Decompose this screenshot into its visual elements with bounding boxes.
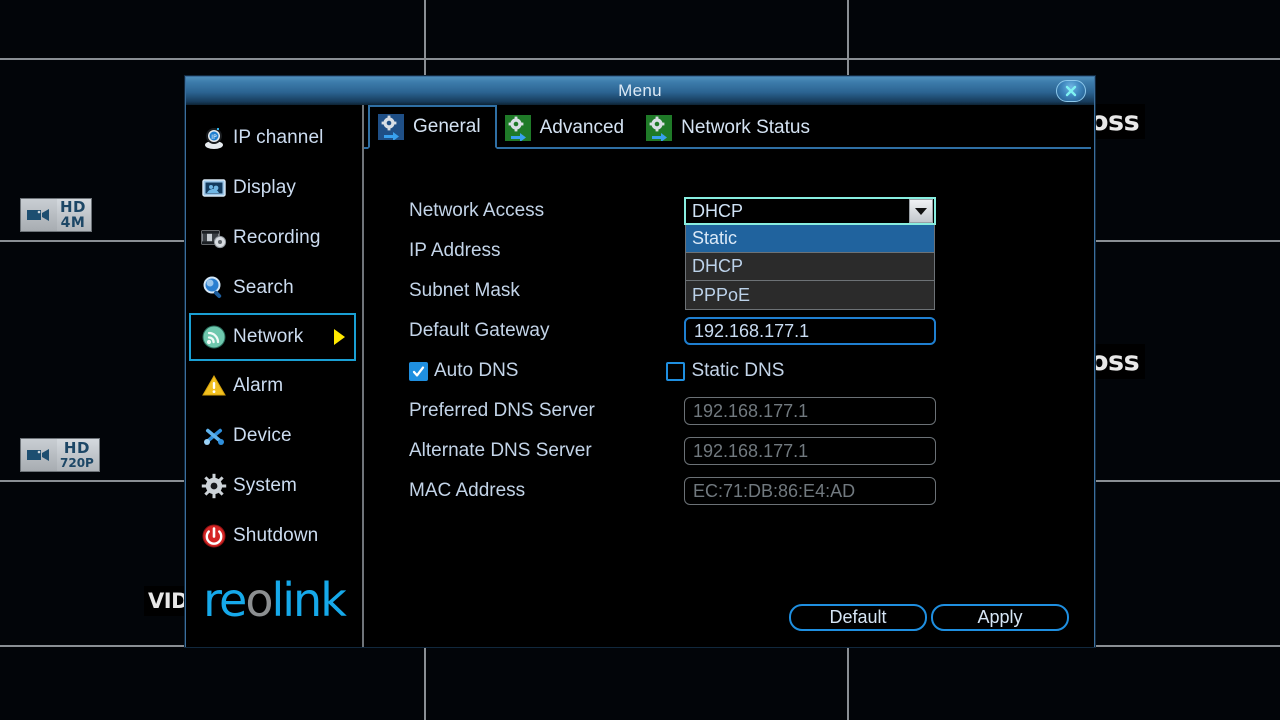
row-default-gateway: Default Gateway 192.168.177.1 [409, 311, 1094, 351]
gear-icon [199, 471, 229, 501]
page-title: Menu [618, 81, 662, 100]
sidebar-item-label: Shutdown [233, 525, 319, 546]
row-network-access: Network Access DHCP Static DHCP PPPoE [409, 191, 1094, 310]
dialog-body: IP IP channel Display Recording Search N… [186, 105, 1094, 647]
badge-line1: HD [60, 198, 87, 217]
sidebar-item-label: Alarm [233, 375, 284, 396]
auto-dns-label: Auto DNS [434, 360, 519, 381]
menu-dialog: Menu IP IP channel Display Recording Sea… [185, 76, 1095, 647]
apply-button[interactable]: Apply [931, 604, 1069, 631]
tab-label: General [413, 116, 481, 137]
dvr-screen: HD 4M HD 720P oss oss VID Menu IP IP cha… [0, 0, 1280, 720]
static-dns-label: Static DNS [691, 360, 785, 381]
camera-icon [21, 199, 57, 231]
option-dhcp[interactable]: DHCP [686, 253, 934, 281]
sidebar-item-label: System [233, 475, 297, 496]
svg-text:IP: IP [211, 134, 217, 141]
network-general-form: Network Access DHCP Static DHCP PPPoE IP… [364, 149, 1094, 511]
camera-badge-text: HD 4M [57, 198, 92, 231]
ip-address-label: IP Address [409, 240, 501, 261]
sidebar-item-display[interactable]: Display [186, 163, 362, 213]
sidebar-item-system[interactable]: System [186, 461, 362, 511]
sidebar-item-label: Device [233, 425, 292, 446]
mac-address-value: EC:71:DB:86:E4:AD [684, 477, 936, 505]
preferred-dns-label: Preferred DNS Server [409, 400, 595, 421]
sidebar-item-label: IP channel [233, 127, 324, 148]
recording-icon [199, 223, 229, 253]
sidebar-item-device[interactable]: Device [186, 411, 362, 461]
auto-dns-checkbox[interactable] [409, 361, 428, 381]
sidebar-item-ip-channel[interactable]: IP IP channel [186, 113, 362, 163]
sidebar-item-label: Network [233, 326, 304, 347]
network-access-select[interactable]: DHCP [684, 197, 936, 225]
settings-arrow-icon [504, 115, 531, 142]
badge-line2: 4M [60, 214, 86, 231]
power-icon [199, 521, 229, 551]
static-dns-checkbox[interactable] [666, 361, 686, 381]
subnet-mask-label: Subnet Mask [409, 280, 520, 301]
tab-strip: General Advanced Network Status [364, 105, 1094, 149]
camera-icon [21, 439, 57, 471]
alternate-dns-input[interactable]: 192.168.177.1 [684, 437, 936, 465]
close-icon[interactable] [1056, 80, 1086, 102]
network-icon [199, 322, 229, 352]
chevron-right-icon [334, 329, 345, 345]
sidebar-item-label: Search [233, 277, 294, 298]
row-mac-address: MAC Address EC:71:DB:86:E4:AD [409, 471, 1094, 511]
tab-advanced[interactable]: Advanced [497, 107, 639, 149]
badge-line1: HD [63, 439, 90, 458]
row-dns-mode: Auto DNS Static DNS [409, 351, 1094, 391]
tab-label: Advanced [539, 117, 625, 138]
settings-arrow-icon [646, 115, 673, 142]
default-gateway-input[interactable]: 192.168.177.1 [684, 317, 936, 345]
sidebar-item-search[interactable]: Search [186, 263, 362, 313]
tab-network-status[interactable]: Network Status [638, 107, 824, 149]
content-pane: General Advanced Network Status Network … [364, 105, 1094, 647]
network-access-value: DHCP [692, 200, 744, 221]
sidebar: IP IP channel Display Recording Search N… [186, 105, 364, 647]
sidebar-item-label: Recording [233, 227, 321, 248]
logo-dot: o [245, 573, 273, 627]
network-access-label: Network Access [409, 200, 545, 221]
badge-line2: 720P [60, 455, 94, 470]
logo-pre: re [203, 573, 247, 627]
camera-badge: HD 4M [20, 198, 93, 232]
settings-arrow-icon [378, 114, 404, 141]
search-icon [199, 273, 229, 303]
dialog-titlebar: Menu [186, 77, 1094, 105]
alternate-dns-label: Alternate DNS Server [409, 440, 592, 461]
sidebar-item-label: Display [233, 177, 296, 198]
tab-general[interactable]: General [368, 105, 497, 149]
default-gateway-label: Default Gateway [409, 320, 550, 341]
logo-text: reolink [203, 577, 347, 623]
mac-address-label: MAC Address [409, 480, 526, 501]
preferred-dns-input[interactable]: 192.168.177.1 [684, 397, 936, 425]
network-access-options: Static DHCP PPPoE [685, 225, 935, 310]
sidebar-item-shutdown[interactable]: Shutdown [186, 511, 362, 561]
ip-camera-icon: IP [199, 123, 229, 153]
option-static[interactable]: Static [686, 225, 934, 253]
logo-post: link [271, 573, 347, 627]
option-pppoe[interactable]: PPPoE [686, 281, 934, 309]
wall-divider-horizontal [0, 58, 1280, 60]
camera-badge-text: HD 720P [57, 439, 99, 471]
chevron-down-icon[interactable] [909, 199, 933, 223]
warning-icon [199, 371, 229, 401]
row-preferred-dns: Preferred DNS Server 192.168.177.1 [409, 391, 1094, 431]
default-button[interactable]: Default [789, 604, 927, 631]
camera-badge: HD 720P [20, 438, 100, 472]
sidebar-item-recording[interactable]: Recording [186, 213, 362, 263]
display-icon [199, 173, 229, 203]
reolink-logo: reolink [186, 577, 362, 623]
sidebar-item-alarm[interactable]: Alarm [186, 361, 362, 411]
network-access-combo-wrap: DHCP Static DHCP PPPoE [684, 197, 936, 310]
row-alternate-dns: Alternate DNS Server 192.168.177.1 [409, 431, 1094, 471]
tab-label: Network Status [681, 117, 810, 138]
dialog-buttons: Default Apply [789, 604, 1069, 631]
tools-icon [199, 421, 229, 451]
sidebar-item-network[interactable]: Network [189, 313, 356, 361]
